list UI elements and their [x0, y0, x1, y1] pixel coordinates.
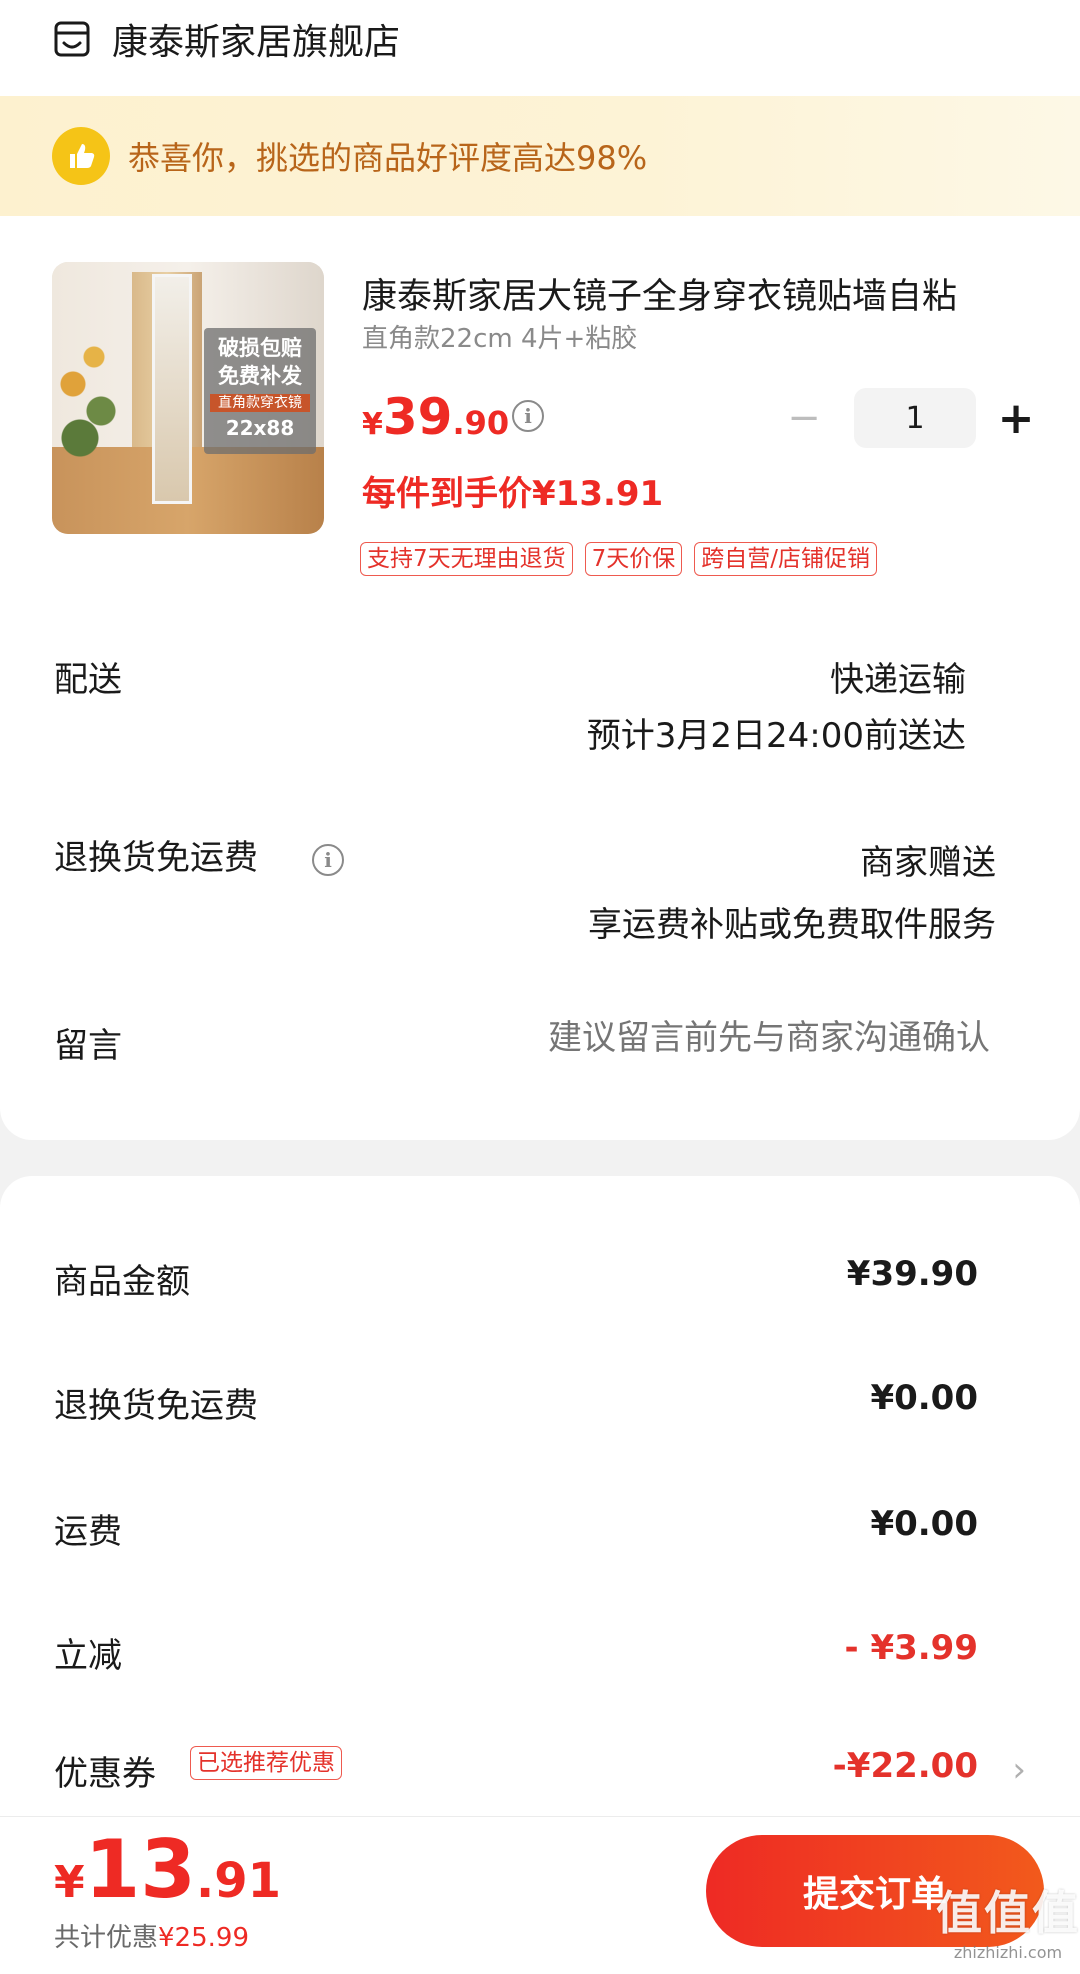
goods-amount-label: 商品金额	[54, 1262, 190, 1302]
shipping-label: 配送	[54, 660, 122, 700]
tag-price-protect: 7天价保	[584, 542, 683, 576]
final-unit-price: 每件到手价¥13.91	[362, 474, 664, 514]
chevron-right-icon[interactable]: ›	[1012, 1750, 1026, 1790]
shipping-method: 快递运输	[830, 660, 966, 700]
discount-value: - ¥3.99	[844, 1628, 979, 1668]
store-name: 康泰斯家居旗舰店	[112, 22, 401, 63]
product-image[interactable]: 破损包赔 免费补发 直角款穿衣镜 22x88	[52, 262, 324, 534]
discount-label: 立减	[54, 1636, 122, 1676]
product-price: ¥ 39 .90	[362, 388, 510, 446]
banner-text: 恭喜你，挑选的商品好评度高达98%	[128, 139, 648, 177]
coupon-tag: 已选推荐优惠	[190, 1746, 342, 1780]
returns-label: 退换货免运费	[54, 838, 258, 878]
increase-button[interactable]: +	[996, 393, 1036, 444]
shipping-eta: 预计3月2日24:00前送达	[586, 716, 966, 756]
total-saved: 共计优惠¥25.99	[54, 1923, 249, 1953]
tag-promo: 跨自营/店铺促销	[694, 542, 878, 576]
checkout-bar: ¥ 13 .91 共计优惠¥25.99 提交订单 值值值 zhizhizhi.c…	[0, 1816, 1080, 1974]
service-tags: 支持7天无理由退货 7天价保 跨自营/店铺促销	[360, 542, 878, 576]
quantity-stepper: − 1 +	[784, 388, 1036, 448]
shipping-info[interactable]: 快递运输 预计3月2日24:00前送达	[587, 652, 966, 764]
tag-7day-return: 支持7天无理由退货	[360, 542, 573, 576]
price-info-icon[interactable]: i	[512, 400, 544, 432]
freight-label: 运费	[54, 1512, 122, 1552]
decrease-button[interactable]: −	[784, 395, 824, 441]
praise-banner: 恭喜你，挑选的商品好评度高达98%	[0, 96, 1080, 216]
returns-desc: 享运费补贴或免费取件服务	[588, 905, 996, 945]
returns-fee-label: 退换货免运费	[54, 1386, 258, 1426]
message-input[interactable]	[430, 1018, 990, 1058]
thumbs-up-icon	[52, 127, 110, 185]
returns-info: 商家赠送 享运费补贴或免费取件服务	[588, 832, 996, 956]
returns-value: 商家赠送	[860, 843, 996, 883]
store-header[interactable]: 康泰斯家居旗舰店	[52, 14, 400, 64]
returns-fee-value: ¥0.00	[870, 1378, 978, 1418]
quantity-value[interactable]: 1	[854, 388, 976, 448]
message-label: 留言	[54, 1026, 122, 1066]
total-price: ¥ 13 .91	[54, 1823, 281, 1916]
goods-amount-value: ¥39.90	[846, 1254, 978, 1294]
product-image-badge: 破损包赔 免费补发 直角款穿衣镜 22x88	[204, 328, 316, 454]
returns-info-icon[interactable]: i	[312, 844, 344, 876]
coupon-label: 优惠券	[54, 1754, 156, 1794]
watermark: 值值值 zhizhizhi.com	[936, 1886, 1080, 1962]
freight-value: ¥0.00	[870, 1504, 978, 1544]
product-title[interactable]: 康泰斯家居大镜子全身穿衣镜贴墙自粘	[362, 268, 1032, 319]
coupon-value[interactable]: -¥22.00	[833, 1746, 978, 1786]
product-spec[interactable]: 直角款22cm 4片+粘胶	[362, 318, 637, 355]
store-icon	[54, 21, 90, 57]
